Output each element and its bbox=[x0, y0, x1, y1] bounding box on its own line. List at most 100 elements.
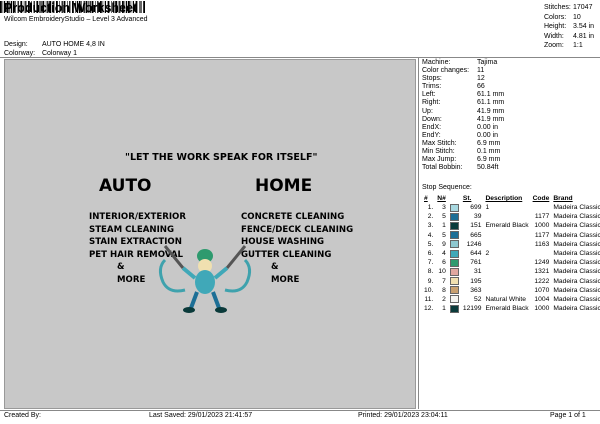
stitch-count: 12199 bbox=[462, 305, 482, 313]
thread-brand: Madeira Classic 40 bbox=[553, 305, 600, 313]
stitch-count: 1246 bbox=[466, 240, 482, 248]
thread-color-icon bbox=[449, 295, 459, 304]
mascot-legs bbox=[189, 291, 221, 309]
info-row: Left: 61.1 mm bbox=[422, 91, 504, 99]
stat-label: Width: bbox=[544, 32, 564, 40]
table-row: 11. 2 52Natural White 1004Madeira Classic 4… bbox=[422, 295, 600, 304]
thread-brand: Madeira Classic 40 bbox=[553, 204, 600, 212]
panel-divider bbox=[418, 57, 419, 409]
mascot-right-shoe bbox=[215, 307, 227, 313]
info-value: 61.1 mm bbox=[477, 99, 505, 107]
thread-brand: Madeira Classic 40 bbox=[553, 277, 600, 285]
info-label: Trims: bbox=[422, 83, 442, 91]
service-line: INTERIOR/EXTERIOR bbox=[89, 212, 186, 222]
info-label: Min Stitch: bbox=[422, 148, 455, 156]
thread-description bbox=[483, 286, 530, 295]
thread-description: Emerald Black bbox=[485, 305, 529, 313]
info-value: Tajima bbox=[477, 59, 498, 66]
info-label: Max Jump: bbox=[422, 156, 457, 164]
service-line: & bbox=[117, 262, 125, 272]
thread-color-icon bbox=[449, 249, 459, 258]
row-number: 2. bbox=[427, 213, 434, 221]
table-row: 2. 5 39 1177Madeira Classic 40 bbox=[422, 212, 600, 221]
info-value: 6.9 mm bbox=[477, 156, 501, 164]
info-label: Machine: bbox=[422, 59, 451, 66]
thread-color-icon bbox=[449, 304, 459, 313]
row-number: 7. bbox=[427, 259, 434, 267]
info-row: Up: 41.9 mm bbox=[422, 108, 504, 116]
stat-label: Zoom: bbox=[544, 42, 564, 50]
color-swatch bbox=[448, 231, 461, 240]
stop-sequence-table: # N# St. Description Code Brand 1. 3 699 1 M… bbox=[422, 194, 600, 313]
service-line: MORE bbox=[271, 274, 300, 285]
page-number: Page 1 of 1 bbox=[550, 412, 586, 419]
info-label: Total Bobbin: bbox=[422, 164, 463, 172]
design-row: Design: AUTO HOME 4,8 IN bbox=[4, 41, 105, 48]
stat-value: 10 bbox=[573, 13, 581, 21]
thread-color-icon bbox=[449, 231, 459, 240]
thread-description: 2 bbox=[485, 250, 490, 258]
thread-brand: Madeira Classic 40 bbox=[553, 259, 600, 267]
thread-description bbox=[483, 277, 530, 286]
col-header: St. bbox=[462, 195, 472, 202]
created-by: Created By: bbox=[4, 412, 41, 419]
needle-number: 5 bbox=[442, 213, 446, 221]
col-header: # bbox=[424, 195, 428, 202]
table-row: 6. 4 6442 Madeira Classic 40 bbox=[422, 249, 600, 258]
needle-number: 2 bbox=[442, 295, 446, 303]
info-value: 41.9 mm bbox=[477, 115, 505, 123]
thread-color-icon bbox=[449, 240, 459, 249]
home-heading: HOME bbox=[255, 176, 313, 196]
stat-value: 17047 bbox=[573, 4, 593, 11]
stitch-count: 39 bbox=[474, 213, 482, 221]
color-swatch bbox=[448, 304, 461, 313]
needle-number: 8 bbox=[442, 286, 446, 294]
info-row: Max Stitch: 6.9 mm bbox=[422, 140, 504, 148]
design-name: AUTO HOME 4,8 IN bbox=[41, 41, 105, 48]
info-row: Right: 61.1 mm bbox=[422, 99, 504, 107]
service-line: CONCRETE CLEANING bbox=[241, 212, 345, 222]
info-label: Color changes: bbox=[422, 67, 470, 75]
color-swatch bbox=[448, 295, 461, 304]
info-value: 50.84ft bbox=[477, 164, 499, 172]
colorway-label: Colorway: bbox=[4, 50, 36, 57]
info-value: 0.00 in bbox=[477, 131, 499, 139]
info-label: Max Stitch: bbox=[422, 139, 457, 147]
info-label: Right: bbox=[422, 99, 441, 107]
colorway-row: Colorway: Colorway 1 bbox=[4, 50, 77, 57]
info-label: EndY: bbox=[422, 131, 441, 139]
design-preview[interactable]: "LET THE WORK SPEAK FOR ITSELF" AUTO HOM… bbox=[4, 59, 416, 409]
stat-label: Colors: bbox=[544, 13, 567, 21]
thread-brand: Madeira Classic 40 bbox=[553, 231, 600, 239]
stat-label: Stitches: bbox=[544, 4, 571, 11]
stitch-count: 31 bbox=[474, 268, 482, 276]
stitch-count: 151 bbox=[470, 222, 482, 230]
stat-value: 4.81 in bbox=[573, 32, 595, 40]
col-header: N# bbox=[437, 195, 446, 202]
stat-value: 3.54 in bbox=[573, 23, 595, 31]
last-saved: Last Saved: 29/01/2023 21:41:57 bbox=[149, 412, 253, 419]
info-label: EndX: bbox=[422, 123, 442, 131]
thread-code: 1163 bbox=[534, 240, 550, 248]
thread-brand: Madeira Classic 40 bbox=[553, 268, 600, 276]
info-value: 41.9 mm bbox=[477, 107, 505, 115]
service-line: MORE bbox=[117, 274, 146, 285]
info-row: Down: 41.9 mm bbox=[422, 116, 504, 124]
thread-description: Emerald Black bbox=[485, 222, 529, 230]
row-number: 5. bbox=[427, 240, 434, 248]
auto-heading: AUTO bbox=[99, 176, 152, 196]
thread-brand: Madeira Classic 40 bbox=[553, 222, 600, 230]
info-value: 61.1 mm bbox=[477, 91, 505, 99]
printed-date: Printed: 29/01/2023 23:04:11 bbox=[358, 412, 448, 419]
info-value: 66 bbox=[477, 83, 485, 91]
stitch-count: 665 bbox=[470, 231, 482, 239]
color-swatch bbox=[448, 286, 461, 295]
colorway-name: Colorway 1 bbox=[41, 50, 77, 57]
stitch-count: 363 bbox=[470, 286, 482, 294]
needle-number: 4 bbox=[442, 250, 446, 258]
thread-code: 1000 bbox=[534, 222, 550, 230]
table-row: 10. 8 363 1070Madeira Classic 40 bbox=[422, 286, 600, 295]
col-header: Brand bbox=[553, 195, 573, 202]
thread-code: 1177 bbox=[534, 231, 550, 239]
thread-description: Natural White bbox=[485, 295, 526, 303]
